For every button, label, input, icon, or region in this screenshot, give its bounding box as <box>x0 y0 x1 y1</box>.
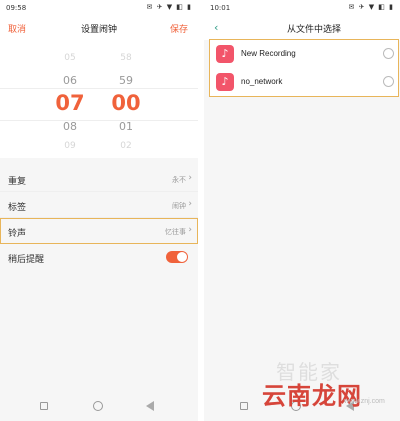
label-row[interactable]: 标签 闹钟 › <box>0 192 198 218</box>
repeat-row[interactable]: 重复 永不 › <box>0 166 198 192</box>
alarm-settings-screen: 09:58 ✉ ✈ ▼ ◧ ▮ 取消 设置闹钟 保存 05 06 07 08 0… <box>0 0 198 421</box>
status-icons: ✉ ✈ ▼ ◧ ▮ <box>146 3 192 11</box>
status-time: 09:58 <box>6 4 27 12</box>
hour-option[interactable]: 08 <box>50 120 90 133</box>
radio-button[interactable] <box>383 48 394 59</box>
snooze-toggle[interactable] <box>166 251 188 263</box>
file-list: ♪ New Recording ♪ no_network <box>209 39 399 97</box>
home-button[interactable] <box>93 401 103 411</box>
repeat-value: 永不 <box>172 176 186 184</box>
minute-option[interactable]: 59 <box>106 74 146 87</box>
chevron-right-icon: › <box>188 225 192 235</box>
status-bar: 10:01 ✉ ✈ ▼ ◧ ▮ <box>204 0 400 16</box>
picker-divider-bottom <box>0 120 198 121</box>
status-time: 10:01 <box>210 4 231 12</box>
snooze-label: 稍后提醒 <box>8 255 45 265</box>
page-title: 从文件中选择 <box>286 25 341 35</box>
back-button[interactable] <box>146 401 154 411</box>
save-button[interactable]: 保存 <box>170 22 188 35</box>
file-name: New Recording <box>241 49 296 58</box>
list-item[interactable]: ♪ no_network <box>210 68 398 96</box>
file-picker-header: ‹ 从文件中选择 <box>204 16 400 40</box>
alarm-header: 取消 设置闹钟 保存 <box>0 16 198 40</box>
recents-button[interactable] <box>240 402 248 410</box>
page-title: 设置闹钟 <box>80 25 117 35</box>
hour-option[interactable]: 09 <box>50 141 90 151</box>
selected-hour[interactable]: 07 <box>50 91 90 115</box>
minute-option[interactable]: 01 <box>106 120 146 133</box>
status-bar: 09:58 ✉ ✈ ▼ ◧ ▮ <box>0 0 198 16</box>
repeat-label: 重复 <box>8 177 27 187</box>
time-picker: 05 06 07 08 09 58 59 00 01 02 <box>0 40 198 158</box>
hour-option[interactable]: 05 <box>50 53 90 63</box>
label-value: 闹钟 <box>172 202 186 210</box>
system-nav-bar <box>0 393 198 421</box>
recents-button[interactable] <box>40 402 48 410</box>
toggle-knob <box>177 252 187 262</box>
music-note-icon: ♪ <box>216 73 234 91</box>
radio-button[interactable] <box>383 76 394 87</box>
selected-minute[interactable]: 00 <box>106 91 146 115</box>
hour-option[interactable]: 06 <box>50 74 90 87</box>
ringtone-value: 忆往事 <box>165 228 186 236</box>
list-item[interactable]: ♪ New Recording <box>210 40 398 68</box>
watermark-url: www.znj.com <box>344 398 385 405</box>
minute-option[interactable]: 58 <box>106 53 146 63</box>
status-icons: ✉ ✈ ▼ ◧ ▮ <box>348 3 394 11</box>
minute-option[interactable]: 02 <box>106 141 146 151</box>
chevron-right-icon: › <box>188 173 192 183</box>
music-note-icon: ♪ <box>216 45 234 63</box>
watermark: 智能家 云南龙网 www.znj.com <box>262 356 400 416</box>
picker-divider-top <box>0 88 198 89</box>
label-label: 标签 <box>8 203 27 213</box>
ringtone-label: 铃声 <box>8 229 27 239</box>
file-name: no_network <box>241 77 283 86</box>
chevron-right-icon: › <box>188 199 192 209</box>
back-arrow-icon[interactable]: ‹ <box>214 21 218 34</box>
watermark-main-text: 云南龙网 <box>262 382 362 410</box>
snooze-row: 稍后提醒 <box>0 244 198 270</box>
ringtone-row[interactable]: 铃声 忆往事 › <box>0 218 198 244</box>
